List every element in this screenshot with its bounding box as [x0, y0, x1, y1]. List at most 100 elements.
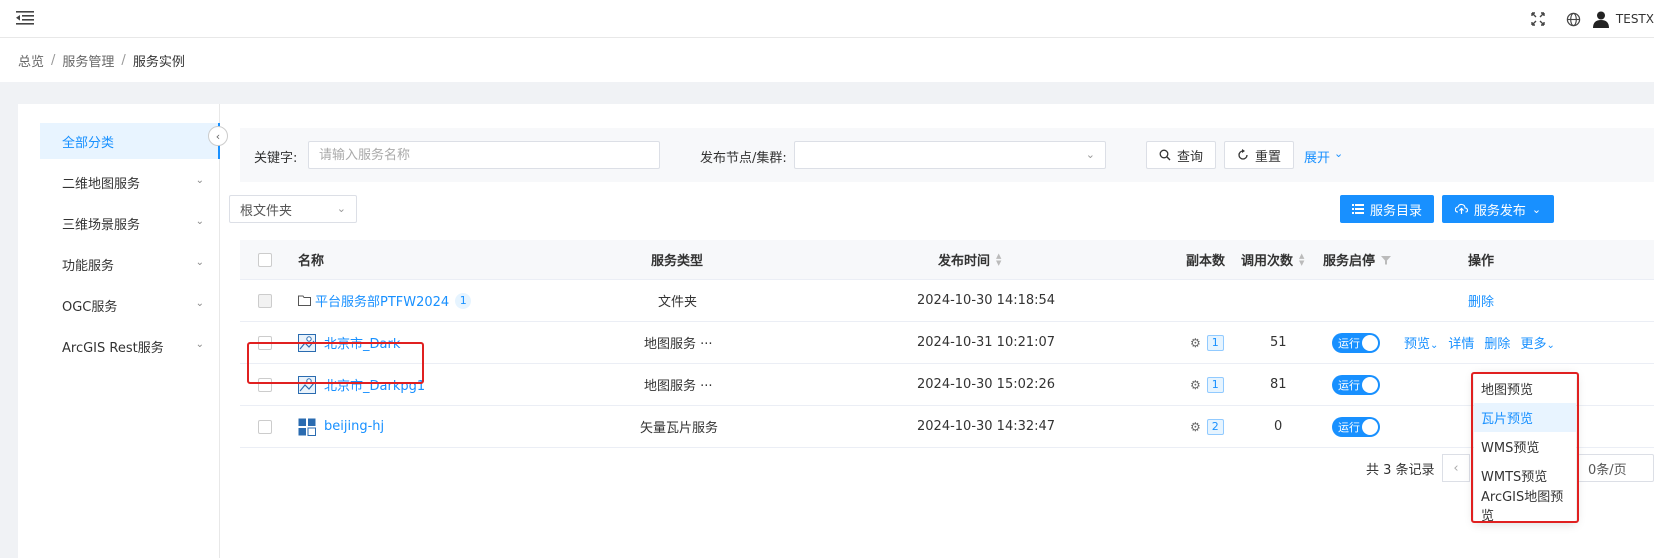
detail-link[interactable]: 详情	[1448, 333, 1474, 352]
row-name-link[interactable]: beijing-hj	[298, 406, 384, 447]
sidebar-collapse-button[interactable]: ‹	[208, 126, 228, 146]
header-name: 名称	[298, 254, 325, 269]
header-replicas: 副本数	[1186, 254, 1226, 269]
globe-icon[interactable]	[1556, 0, 1592, 38]
folder-select[interactable]: 根文件夹 ⌄	[229, 195, 357, 223]
menu-fold-icon[interactable]	[16, 10, 34, 26]
expand-link[interactable]: 展开 ⌄	[1304, 147, 1343, 166]
menu-item-tile-preview[interactable]: 瓦片预览	[1474, 403, 1576, 432]
cloud-upload-icon	[1454, 203, 1468, 214]
list-icon	[1351, 204, 1364, 214]
row-calls: 0	[1274, 419, 1283, 434]
filter-icon[interactable]	[1381, 255, 1392, 265]
reset-button[interactable]: 重置	[1224, 141, 1294, 169]
sidebar-item-2d-map[interactable]: 二维地图服务 ⌄	[40, 164, 220, 200]
prev-page-button[interactable]: ‹	[1442, 454, 1470, 482]
breadcrumb-separator: /	[121, 52, 126, 68]
row-time: 2024-10-31 10:21:07	[917, 335, 1056, 350]
row-type: 地图服务 ···	[644, 337, 713, 352]
vector-tile-icon	[298, 418, 316, 436]
table-row: 北京市_Darkpg1 地图服务 ··· 2024-10-30 15:02:26…	[240, 364, 1654, 406]
chevron-down-icon: ⌄	[1085, 148, 1095, 161]
service-catalog-button[interactable]: 服务目录	[1340, 195, 1434, 223]
fullscreen-icon[interactable]	[1520, 0, 1556, 38]
sidebar-item-ogc[interactable]: OGC服务 ⌄	[40, 287, 220, 323]
chevron-down-icon: ⌄	[1334, 147, 1344, 160]
sidebar-item-label: 全部分类	[62, 135, 115, 151]
breadcrumb-service-management[interactable]: 服务管理	[62, 51, 114, 70]
delete-link[interactable]: 删除	[1468, 280, 1494, 321]
search-icon	[1159, 149, 1171, 161]
row-name-link[interactable]: 北京市_Dark	[298, 322, 400, 363]
sidebar-item-label: 三维场景服务	[62, 217, 141, 233]
row-name-link[interactable]: 平台服务部PTFW2024 1	[298, 280, 472, 321]
row-checkbox[interactable]	[258, 322, 272, 363]
chevron-down-icon: ⌄	[195, 257, 204, 268]
chevron-down-icon: ⌄	[336, 202, 346, 215]
node-label: 发布节点/集群:	[700, 151, 787, 166]
sort-icon: ▲ ▼	[1299, 251, 1305, 267]
breadcrumb-current: 服务实例	[132, 54, 185, 70]
user-name: TESTX	[1615, 12, 1654, 26]
table-row: 北京市_Dark 地图服务 ··· 2024-10-31 10:21:07 ⚙ …	[240, 322, 1654, 364]
gear-icon[interactable]: ⚙	[1190, 378, 1201, 392]
row-time: 2024-10-30 15:02:26	[917, 377, 1056, 392]
preview-menu: 地图预览 瓦片预览 WMS预览 WMTS预览 ArcGIS地图预览	[1474, 372, 1576, 524]
sidebar-item-label: ArcGIS Rest服务	[62, 340, 164, 356]
status-toggle[interactable]: 运行	[1332, 364, 1380, 405]
row-type: 文件夹	[658, 295, 698, 310]
table-row: 平台服务部PTFW2024 1 文件夹 2024-10-30 14:18:54 …	[240, 280, 1654, 322]
status-toggle[interactable]: 运行	[1332, 322, 1380, 363]
pagination-total: 共 3 条记录	[1366, 462, 1435, 478]
chevron-down-icon: ⌄	[1531, 202, 1542, 216]
category-sidebar: 全部分类 二维地图服务 ⌄ 三维场景服务 ⌄ 功能服务 ⌄ OGC服务 ⌄ Ar…	[18, 104, 220, 558]
row-ops: 预览⌄ 详情 删除 更多⌄	[1404, 322, 1555, 363]
user-menu[interactable]: TESTX	[1592, 10, 1654, 28]
node-select[interactable]: ⌄	[794, 141, 1106, 169]
menu-item-arcgis-preview[interactable]: ArcGIS地图预览	[1474, 490, 1576, 524]
row-calls: 51	[1270, 335, 1287, 350]
sort-icon: ▲ ▼	[996, 251, 1002, 267]
chevron-down-icon: ⌄	[195, 298, 204, 309]
sidebar-item-label: 功能服务	[62, 258, 115, 274]
sidebar-item-label: OGC服务	[62, 299, 118, 315]
row-checkbox[interactable]	[258, 364, 272, 405]
select-all-checkbox[interactable]	[258, 240, 272, 279]
delete-link[interactable]: 删除	[1484, 333, 1510, 352]
row-replicas: ⚙ 1	[1190, 364, 1224, 405]
breadcrumb-overview[interactable]: 总览	[18, 51, 44, 70]
sidebar-item-function[interactable]: 功能服务 ⌄	[40, 246, 220, 282]
chevron-left-icon: ‹	[215, 129, 221, 143]
more-dropdown[interactable]: 更多⌄	[1520, 333, 1554, 352]
row-replicas: ⚙ 1	[1190, 322, 1224, 363]
header-type: 服务类型	[651, 254, 704, 269]
row-calls: 81	[1270, 377, 1287, 392]
menu-item-map-preview[interactable]: 地图预览	[1474, 374, 1576, 403]
row-checkbox[interactable]	[258, 406, 272, 447]
service-publish-button[interactable]: 服务发布 ⌄	[1442, 195, 1554, 223]
sidebar-item-label: 二维地图服务	[62, 176, 141, 192]
preview-dropdown[interactable]: 预览⌄	[1404, 333, 1438, 352]
status-toggle[interactable]: 运行	[1332, 406, 1380, 447]
header-calls[interactable]: 调用次数 ▲ ▼	[1241, 240, 1304, 279]
header-ops: 操作	[1468, 254, 1495, 269]
row-checkbox[interactable]	[258, 280, 272, 321]
gear-icon[interactable]: ⚙	[1190, 420, 1201, 434]
sidebar-item-3d-scene[interactable]: 三维场景服务 ⌄	[40, 205, 220, 241]
keyword-label: 关键字:	[254, 151, 298, 166]
row-name-link[interactable]: 北京市_Darkpg1	[298, 364, 425, 405]
table-row: beijing-hj 矢量瓦片服务 2024-10-30 14:32:47 ⚙ …	[240, 406, 1654, 448]
header-status[interactable]: 服务启停	[1323, 240, 1392, 279]
breadcrumb-separator: /	[51, 52, 56, 68]
page-size-select[interactable]: 0条/页	[1578, 454, 1654, 482]
sidebar-item-all[interactable]: 全部分类	[40, 123, 220, 159]
main-panel: 全部分类 二维地图服务 ⌄ 三维场景服务 ⌄ 功能服务 ⌄ OGC服务 ⌄ Ar…	[18, 104, 1654, 558]
top-bar: TESTX	[0, 0, 1654, 38]
sidebar-item-arcgis[interactable]: ArcGIS Rest服务 ⌄	[40, 328, 220, 364]
keyword-input[interactable]	[308, 141, 660, 169]
query-button[interactable]: 查询	[1146, 141, 1216, 169]
header-time[interactable]: 发布时间 ▲ ▼	[938, 240, 1001, 279]
gear-icon[interactable]: ⚙	[1190, 336, 1201, 350]
menu-item-wms-preview[interactable]: WMS预览	[1474, 432, 1576, 461]
folder-icon	[298, 295, 311, 306]
